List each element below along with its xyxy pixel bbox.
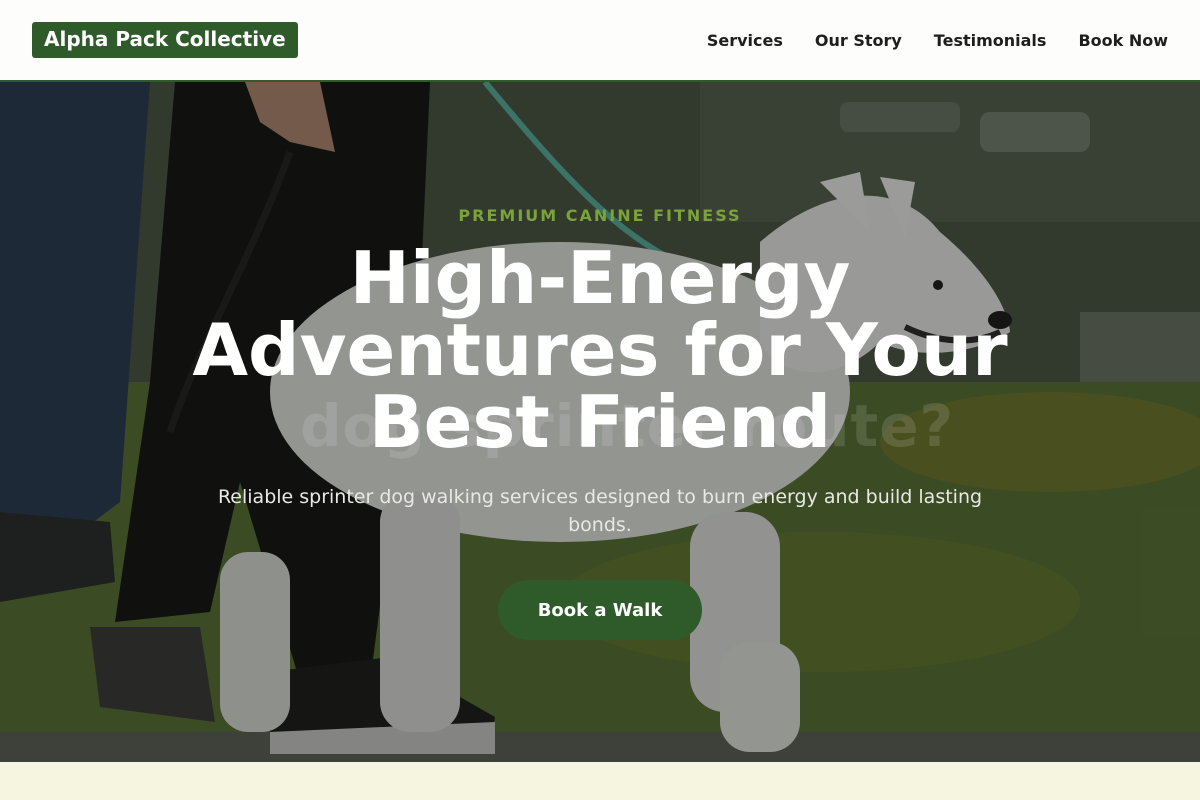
brand-logo[interactable]: Alpha Pack Collective [32,22,298,58]
hero-eyebrow: PREMIUM CANINE FITNESS [458,206,742,225]
main-nav: Services Our Story Testimonials Book Now [707,31,1168,50]
nav-link-testimonials[interactable]: Testimonials [934,31,1047,50]
site-header: Alpha Pack Collective Services Our Story… [0,0,1200,82]
hero-content: PREMIUM CANINE FITNESS High-Energy Adven… [0,82,1200,762]
nav-link-services[interactable]: Services [707,31,783,50]
hero-headline: High-Energy Adventures for Your Best Fri… [192,236,1008,464]
next-section [0,762,1200,800]
book-a-walk-button[interactable]: Book a Walk [498,580,702,640]
hero-subtext: Reliable sprinter dog walking services d… [217,486,983,536]
hero-section: dog sprinter route? PREMIUM CANINE FITNE… [0,82,1200,762]
nav-link-book-now[interactable]: Book Now [1078,31,1168,50]
nav-link-our-story[interactable]: Our Story [815,31,902,50]
